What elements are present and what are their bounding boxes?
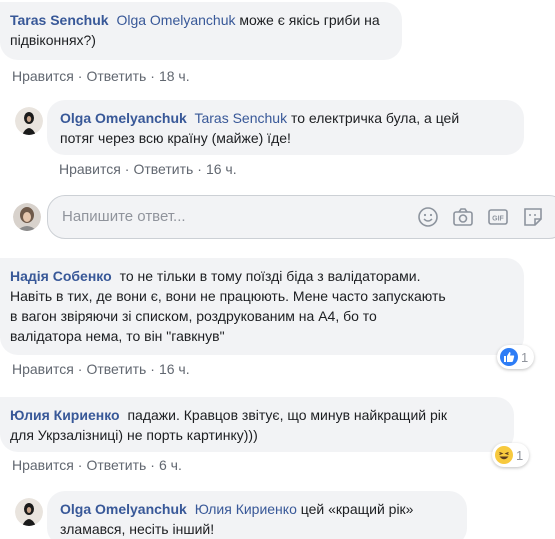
reaction-badge[interactable]: 1 bbox=[497, 345, 535, 369]
comment-author[interactable]: Юлия Кириенко bbox=[10, 407, 120, 423]
svg-text:GIF: GIF bbox=[492, 216, 504, 223]
like-link[interactable]: Нравится bbox=[12, 361, 74, 377]
comment-text: падажи. Кравцов звітує, що минув найкращ… bbox=[127, 407, 448, 423]
comment-text: може є якісь гриби на bbox=[239, 12, 380, 28]
comment-actions: Нравится · Ответить · 16 ч. bbox=[12, 361, 190, 377]
comment-text: цей «кращий рік» bbox=[300, 501, 414, 517]
comment-text: Навіть в тих, де вони є, вони не працюют… bbox=[10, 288, 446, 304]
comment-actions: Нравится · Ответить · 18 ч. bbox=[12, 68, 190, 84]
reaction-badge[interactable]: 1 bbox=[492, 443, 530, 467]
reaction-count: 1 bbox=[516, 447, 524, 463]
comment-author[interactable]: Taras Senchuk bbox=[10, 12, 109, 28]
comment-author[interactable]: Надія Собенко bbox=[10, 268, 112, 284]
comment-bubble: Olga Omelyanchuk Юлия Кириенко цей «кращ… bbox=[47, 491, 467, 539]
comment-time[interactable]: 16 ч. bbox=[159, 361, 190, 377]
comment-text: валідатора нема, то він "гавкнув" bbox=[10, 328, 225, 344]
like-reaction-icon bbox=[500, 348, 518, 366]
like-link[interactable]: Нравится bbox=[59, 161, 121, 177]
comment-text: в вагон звіряючи зі списком, роздрукован… bbox=[10, 308, 377, 324]
avatar[interactable] bbox=[15, 107, 43, 135]
reply-placeholder: Напишите ответ... bbox=[62, 208, 186, 225]
comment-time[interactable]: 18 ч. bbox=[159, 68, 190, 84]
avatar[interactable] bbox=[15, 498, 43, 526]
comment-time[interactable]: 6 ч. bbox=[159, 457, 182, 473]
reply-link[interactable]: Ответить bbox=[86, 68, 146, 84]
like-link[interactable]: Нравится bbox=[12, 457, 74, 473]
haha-reaction-icon bbox=[495, 446, 513, 464]
sticker-icon[interactable] bbox=[522, 206, 544, 228]
comment-text: зламався, несіть інший! bbox=[60, 521, 215, 537]
comment-text: то електричка була, а цей bbox=[290, 110, 460, 126]
comment-time[interactable]: 16 ч. bbox=[206, 161, 237, 177]
comment-text: підвіконнях?) bbox=[10, 32, 96, 48]
comment-mention[interactable]: Taras Senchuk bbox=[194, 110, 287, 126]
reply-link[interactable]: Ответить bbox=[133, 161, 193, 177]
comment-bubble: Юлия Кириенко падажи. Кравцов звітує, що… bbox=[0, 397, 514, 452]
comment-text: потяг через всю країну (майже) їде! bbox=[60, 130, 291, 146]
like-link[interactable]: Нравится bbox=[12, 68, 74, 84]
comment-bubble: Taras Senchuk Olga Omelyanchuk може є як… bbox=[0, 2, 402, 60]
comment-bubble: Надія Собенко то не тільки в тому поїзді… bbox=[0, 258, 524, 355]
comment-mention[interactable]: Юлия Кириенко bbox=[195, 501, 297, 517]
comment-bubble: Olga Omelyanchuk Taras Senchuk то електр… bbox=[47, 100, 524, 155]
comment-author[interactable]: Olga Omelyanchuk bbox=[60, 501, 187, 517]
reply-link[interactable]: Ответить bbox=[86, 457, 146, 473]
comment-text: для Укрзалізниці) не порть картинку))) bbox=[10, 427, 258, 443]
comment-text: то не тільки в тому поїзді біда з валіда… bbox=[119, 268, 421, 284]
camera-icon[interactable] bbox=[452, 206, 474, 228]
reaction-count: 1 bbox=[521, 349, 529, 365]
gif-icon[interactable]: GIF bbox=[487, 206, 509, 228]
reply-link[interactable]: Ответить bbox=[86, 361, 146, 377]
user-avatar bbox=[13, 203, 41, 231]
comment-author[interactable]: Olga Omelyanchuk bbox=[60, 110, 187, 126]
comment-actions: Нравится · Ответить · 16 ч. bbox=[59, 161, 237, 177]
comment-actions: Нравится · Ответить · 6 ч. bbox=[12, 457, 182, 473]
emoji-icon[interactable] bbox=[417, 206, 439, 228]
comment-mention[interactable]: Olga Omelyanchuk bbox=[116, 12, 235, 28]
reply-input[interactable]: Напишите ответ... GIF bbox=[47, 195, 555, 239]
